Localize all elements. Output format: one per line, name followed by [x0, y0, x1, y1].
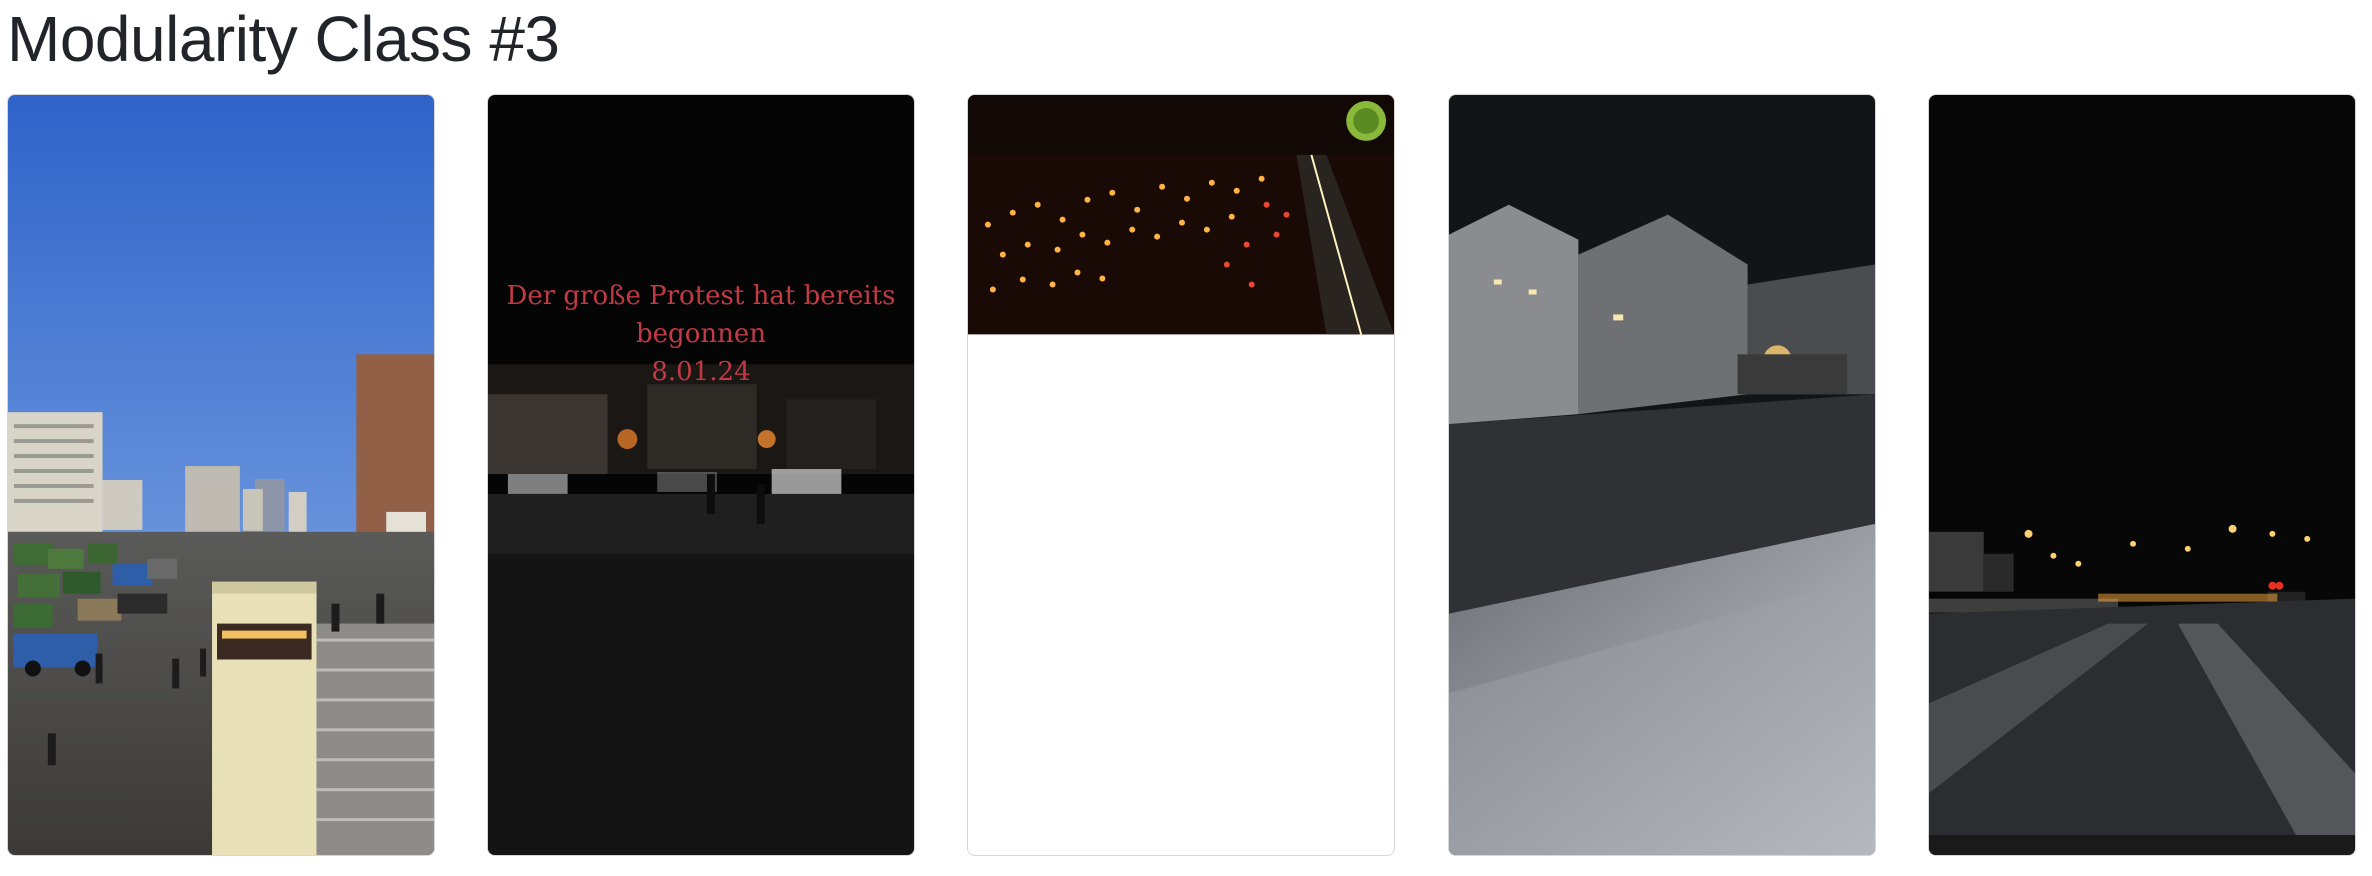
media-thumbnail-2 [488, 95, 914, 855]
media-card-4[interactable] [1448, 94, 1876, 856]
media-thumbnail-4 [1449, 95, 1875, 855]
media-card-1[interactable] [7, 94, 435, 856]
page-title: Modularity Class #3 [7, 3, 560, 75]
overlay-text-line-2: begonnen [636, 319, 766, 349]
overlay-text-line-1: Der große Protest hat bereits [506, 281, 896, 311]
media-card-2[interactable]: Der große Protest hat bereits begonnen 8… [487, 94, 915, 856]
media-card-5[interactable] [1928, 94, 2356, 856]
media-thumbnail-3 [968, 95, 1394, 855]
media-card-3[interactable] [967, 94, 1395, 856]
media-thumbnail-5 [1929, 95, 2355, 855]
media-thumbnail-1 [8, 95, 434, 855]
overlay-text-line-3: 8.01.24 [651, 357, 751, 387]
